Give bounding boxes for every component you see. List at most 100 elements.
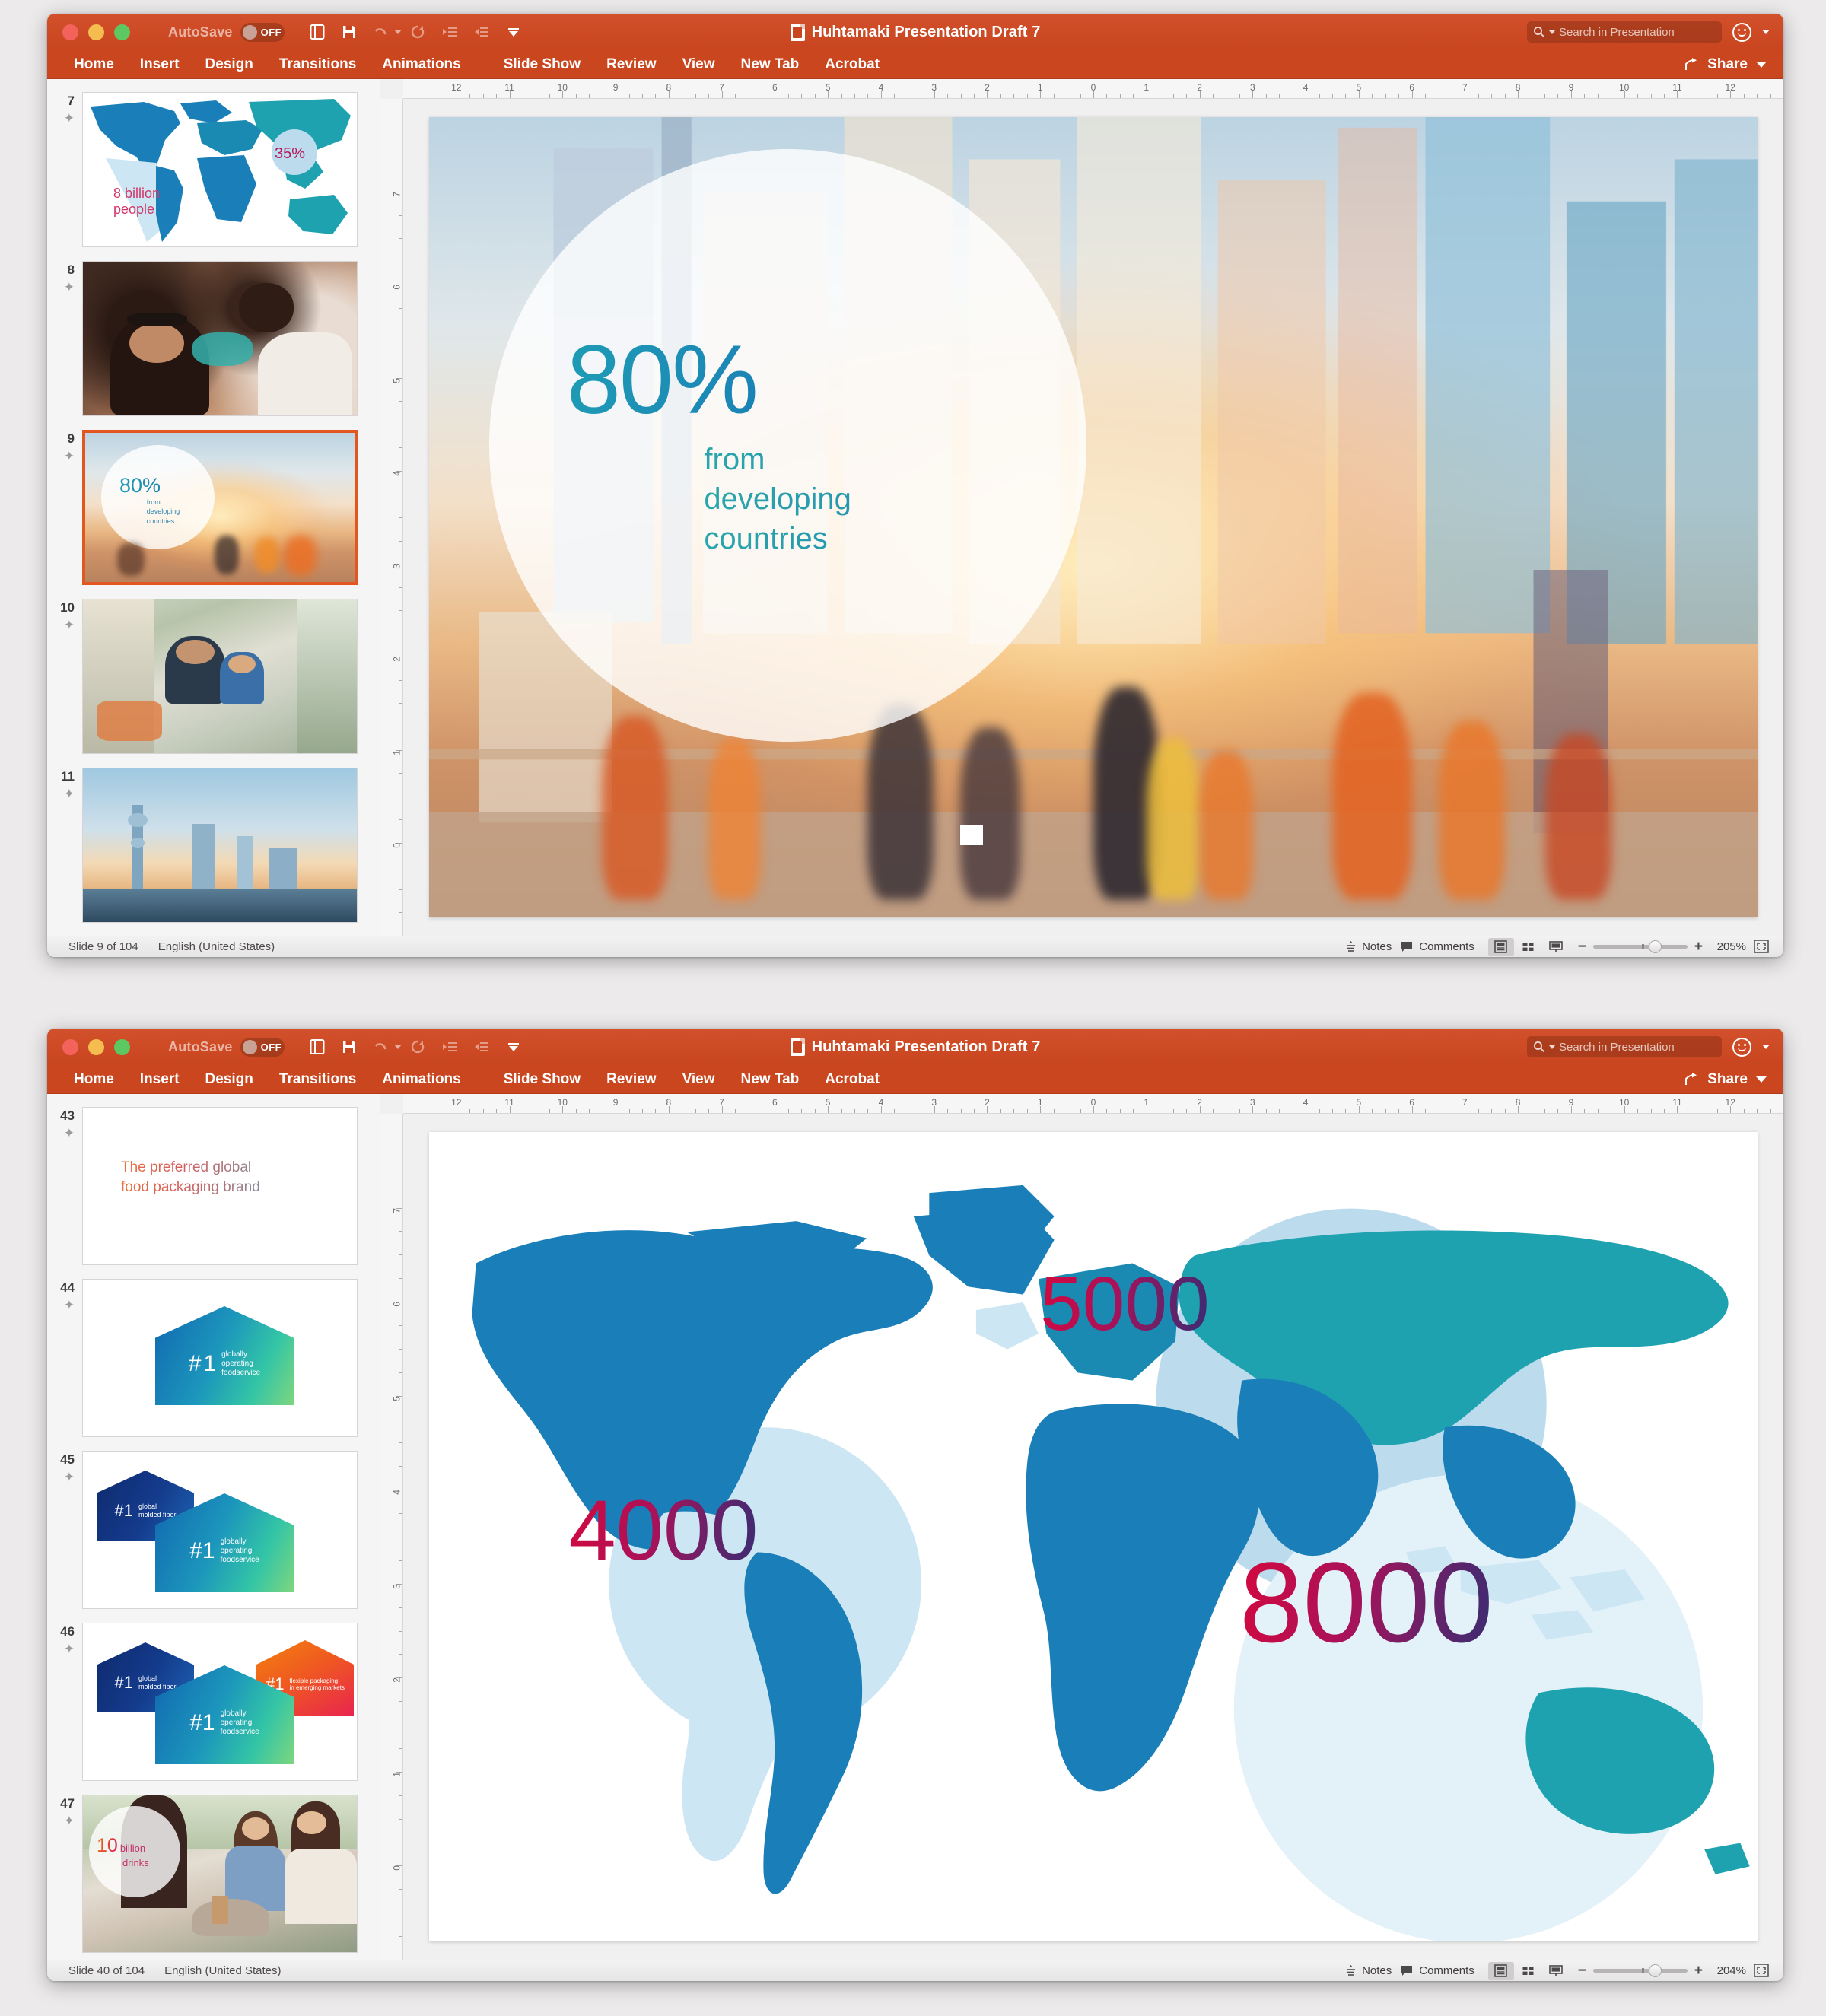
undo-dropdown-icon[interactable] [393, 1045, 402, 1049]
ribbon-tab-bar[interactable]: Home Insert Design Transitions Animation… [47, 1065, 1783, 1094]
ribbon-tab-bar[interactable]: Home Insert Design Transitions Animation… [47, 50, 1783, 79]
tab-animations[interactable]: Animations [369, 1065, 473, 1094]
tab-new-tab[interactable]: New Tab [728, 50, 813, 79]
feedback-smiley-icon[interactable] [1732, 1037, 1751, 1057]
redo-icon[interactable] [402, 17, 434, 47]
comments-button[interactable]: Comments [1401, 1964, 1474, 1977]
share-chevron-icon[interactable] [1756, 1076, 1767, 1083]
horizontal-ruler[interactable]: 12 11 10 9 8 7 6 5 4 3 2 1 0 1 2 3 4 5 6 7 8 9 10 11 12 [403, 1094, 1783, 1114]
slide-thumbnail[interactable]: #1 globally operating foodservice [82, 1279, 358, 1437]
slide-thumbnail[interactable]: #1 global molded fiber #1 globally opera… [82, 1451, 358, 1609]
tab-acrobat[interactable]: Acrobat [812, 1065, 892, 1094]
vertical-ruler[interactable]: 7 6 5 4 3 2 1 0 [380, 1114, 403, 1960]
slide-thumbnail[interactable]: The preferred global food packaging bran… [82, 1107, 358, 1265]
undo-icon[interactable] [365, 17, 397, 47]
minimize-window-button[interactable] [88, 1038, 104, 1055]
view-mode-buttons[interactable] [1487, 1961, 1569, 1980]
active-slide-canvas[interactable]: 4000 5000 8000 [429, 1132, 1758, 1941]
thumbnail-item[interactable]: 46 ✦ #1 global molded fiber #1 flexible … [47, 1616, 380, 1788]
thumbnail-item-selected[interactable]: 9 ✦ 80% from developing countries [47, 423, 380, 592]
close-window-button[interactable] [62, 1038, 78, 1055]
thumbnail-item[interactable]: 8 ✦ [47, 254, 380, 423]
traffic-lights[interactable] [62, 24, 130, 40]
increase-indent-icon[interactable] [434, 17, 466, 47]
comments-button[interactable]: Comments [1401, 940, 1474, 953]
search-input[interactable]: Search in Presentation [1527, 1036, 1722, 1057]
tab-animations[interactable]: Animations [369, 50, 473, 79]
active-slide-canvas[interactable]: 80% from developing countries [429, 117, 1758, 917]
autosave-toggle[interactable]: OFF [240, 1037, 285, 1057]
undo-dropdown-icon[interactable] [393, 30, 402, 34]
autosave-control[interactable]: AutoSave OFF [168, 22, 285, 42]
slide-stage[interactable]: 4000 5000 8000 [403, 1114, 1783, 1960]
tab-transitions[interactable]: Transitions [266, 1065, 369, 1094]
titlebar-right-controls[interactable]: Search in Presentation [1527, 1036, 1770, 1057]
zoom-out-button[interactable]: − [1578, 1964, 1586, 1978]
redo-icon[interactable] [402, 1032, 434, 1062]
thumbnail-item[interactable]: 44 ✦ #1 globally operating foodservice [47, 1272, 380, 1444]
autosave-control[interactable]: AutoSave OFF [168, 1037, 285, 1057]
fit-to-window-button[interactable] [1753, 1962, 1773, 1980]
share-button[interactable]: Share [1684, 50, 1767, 79]
slide-thumbnail[interactable] [82, 599, 358, 754]
zoom-out-button[interactable]: − [1578, 940, 1586, 954]
tab-design[interactable]: Design [192, 50, 266, 79]
reading-view-button[interactable] [1543, 1962, 1569, 1980]
maximize-window-button[interactable] [114, 1038, 130, 1055]
powerpoint-window-1[interactable]: AutoSave OFF Huhtamaki Presentation Draf… [47, 14, 1783, 957]
zoom-slider[interactable] [1592, 940, 1688, 953]
tab-review[interactable]: Review [593, 50, 669, 79]
search-scope-chevron-icon[interactable] [1549, 30, 1555, 34]
tab-view[interactable]: View [670, 50, 728, 79]
tab-home[interactable]: Home [61, 1065, 127, 1094]
zoom-control[interactable]: − + 205% [1578, 938, 1773, 956]
search-input[interactable]: Search in Presentation [1527, 21, 1722, 43]
status-right[interactable]: Notes Comments − [1344, 1961, 1773, 1980]
slide-thumbnail[interactable]: 35% 8 billion people [82, 92, 358, 247]
save-icon[interactable] [333, 17, 365, 47]
slide-sorter-button[interactable] [1516, 1962, 1541, 1980]
thumbnail-item[interactable]: 10 ✦ [47, 592, 380, 761]
zoom-control[interactable]: − + 204% [1578, 1962, 1773, 1980]
horizontal-ruler[interactable]: 12 11 10 9 8 7 6 5 4 3 2 1 0 1 2 3 4 5 6 7 8 9 10 11 12 [403, 79, 1783, 99]
slide-thumbnail-panel[interactable]: 43 ✦ The preferred global food packaging… [47, 1094, 380, 1960]
tab-view[interactable]: View [670, 1065, 728, 1094]
slide-thumbnail[interactable] [82, 768, 358, 923]
vertical-ruler[interactable]: 7 6 5 4 3 2 1 0 [380, 99, 403, 936]
quick-access-toolbar[interactable] [301, 17, 530, 47]
zoom-in-button[interactable]: + [1694, 1964, 1703, 1978]
feedback-dropdown-icon[interactable] [1762, 1045, 1770, 1049]
fit-to-window-button[interactable] [1753, 938, 1773, 956]
close-window-button[interactable] [62, 24, 78, 40]
thumbnail-item[interactable]: 7 ✦ 35% 8 billion people [47, 85, 380, 254]
language-indicator[interactable]: English (United States) [158, 940, 275, 953]
tab-transitions[interactable]: Transitions [266, 50, 369, 79]
notes-button[interactable]: Notes [1344, 940, 1392, 953]
view-mode-buttons[interactable] [1487, 937, 1569, 956]
tab-insert[interactable]: Insert [127, 1065, 192, 1094]
feedback-dropdown-icon[interactable] [1762, 30, 1770, 34]
tab-acrobat[interactable]: Acrobat [812, 50, 892, 79]
tab-new-tab[interactable]: New Tab [728, 1065, 813, 1094]
zoom-in-button[interactable]: + [1694, 940, 1703, 954]
customize-toolbar-icon[interactable] [498, 1032, 530, 1062]
reading-view-button[interactable] [1543, 938, 1569, 956]
slide-thumbnail[interactable]: 80% from developing countries [82, 430, 358, 585]
traffic-lights[interactable] [62, 1038, 130, 1055]
normal-view-button[interactable] [1487, 1961, 1514, 1980]
zoom-slider-handle[interactable] [1649, 940, 1662, 953]
new-slide-icon[interactable] [301, 17, 333, 47]
share-button[interactable]: Share [1684, 1065, 1767, 1094]
tab-slide-show[interactable]: Slide Show [491, 50, 593, 79]
slide-sorter-button[interactable] [1516, 938, 1541, 956]
thumbnail-item[interactable]: 45 ✦ #1 global molded fiber #1 globally … [47, 1444, 380, 1616]
decrease-indent-icon[interactable] [466, 17, 498, 47]
tab-home[interactable]: Home [61, 50, 127, 79]
undo-icon[interactable] [365, 1032, 397, 1062]
customize-toolbar-icon[interactable] [498, 17, 530, 47]
slide-thumbnail[interactable]: 10 billion drinks [82, 1795, 358, 1953]
quick-access-toolbar[interactable] [301, 1032, 530, 1062]
share-chevron-icon[interactable] [1756, 62, 1767, 68]
search-scope-chevron-icon[interactable] [1549, 1045, 1555, 1049]
status-right[interactable]: Notes Comments − [1344, 937, 1773, 956]
